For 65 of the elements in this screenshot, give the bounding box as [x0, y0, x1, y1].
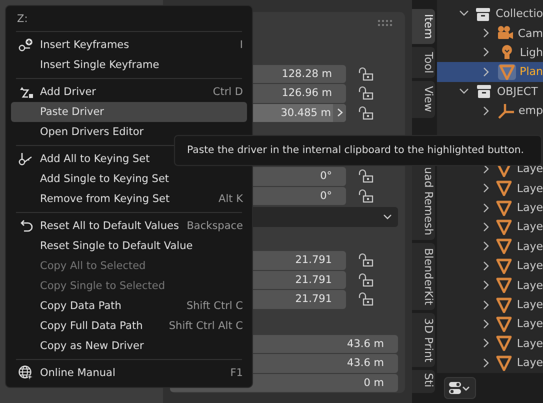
padlock-open-icon[interactable] — [358, 86, 374, 100]
outliner-row[interactable]: emp — [437, 100, 543, 120]
tooltip: Paste the driver in the internal clipboard to the highlighted button. — [174, 135, 542, 166]
outliner-row[interactable]: Laye — [437, 275, 543, 295]
outliner-row[interactable]: Laye — [437, 178, 543, 198]
outliner-row[interactable]: Laye — [437, 314, 543, 334]
driver-icon — [18, 85, 34, 99]
padlock-open-icon[interactable] — [358, 272, 374, 287]
triangle-mesh-icon — [494, 258, 513, 274]
sidebar-tab[interactable]: 3D Print — [412, 313, 435, 368]
padlock-open-icon[interactable] — [358, 292, 374, 306]
triangle-mesh-icon — [494, 218, 513, 235]
menu-item[interactable]: Copy Full Data Path Shift Ctrl Alt C — [11, 316, 247, 336]
outliner-row[interactable]: Laye — [437, 294, 543, 314]
key-chain-icon — [18, 152, 34, 166]
shortcut-label: Shift Ctrl Alt C — [168, 320, 244, 332]
padlock-open-icon[interactable] — [358, 188, 374, 203]
menu-title: Z: — [16, 12, 29, 27]
sidebar-tab[interactable]: Tool — [412, 47, 435, 78]
globe-icon — [18, 365, 34, 381]
triangle-mesh-icon — [494, 335, 513, 352]
shortcut-label: Alt K — [218, 193, 244, 205]
padlock-open-icon[interactable] — [358, 66, 374, 81]
sidebar-tab[interactable]: Sti — [412, 370, 435, 393]
drag-grip-icon[interactable] — [378, 20, 392, 26]
triangle-mesh-icon — [498, 64, 516, 80]
triangle-mesh-icon — [494, 354, 513, 371]
outliner-row[interactable]: Plan — [437, 62, 543, 82]
chevron-down-icon — [383, 214, 392, 220]
menu-item[interactable]: Reset All to Default Values Backspace — [11, 216, 247, 236]
toggle-switches-icon — [448, 381, 470, 395]
triangle-mesh-icon — [494, 277, 513, 294]
shortcut-label: Backspace — [186, 220, 244, 232]
triangle-mesh-icon — [494, 180, 513, 196]
outliner-row[interactable]: Laye — [437, 217, 543, 237]
chevron-right-icon[interactable] — [333, 104, 346, 122]
shortcut-label: I — [240, 39, 244, 51]
triangle-mesh-icon — [494, 316, 513, 332]
camera-icon — [496, 25, 514, 42]
triangle-mesh-icon — [494, 238, 513, 254]
outliner-row[interactable]: Laye — [437, 236, 543, 256]
outliner-row[interactable]: Ligh — [437, 42, 543, 62]
outliner-row[interactable]: Laye — [437, 198, 543, 218]
outliner-row[interactable]: Laye — [437, 353, 543, 372]
padlock-open-icon[interactable] — [358, 253, 374, 268]
triangle-mesh-icon — [494, 296, 513, 313]
collection-box-icon — [474, 6, 492, 22]
padlock-open-icon[interactable] — [358, 169, 374, 184]
menu-item[interactable]: Paste Driver — [11, 102, 247, 122]
menu-item[interactable]: Insert Keyframes I — [11, 35, 247, 55]
outliner-row[interactable]: Laye — [437, 256, 543, 276]
sidebar-tab[interactable]: Item — [412, 9, 435, 44]
keyframe-plus-icon — [18, 38, 34, 52]
filter-dropdown-button[interactable] — [444, 377, 476, 399]
sidebar-tab[interactable]: BlenderKit — [412, 242, 435, 310]
triangle-mesh-icon — [494, 200, 513, 216]
axes-icon — [496, 102, 515, 119]
outliner-row[interactable]: OBJECT — [437, 82, 543, 101]
sidebar-tab[interactable]: View — [412, 81, 435, 118]
collection-box-icon — [475, 83, 493, 100]
shortcut-label: Ctrl D — [212, 86, 244, 98]
outliner-row[interactable]: Cam — [437, 23, 543, 43]
outliner-row[interactable]: Collectio — [437, 4, 543, 24]
outliner-row[interactable]: Laye — [437, 334, 543, 354]
padlock-open-icon[interactable] — [358, 106, 374, 120]
